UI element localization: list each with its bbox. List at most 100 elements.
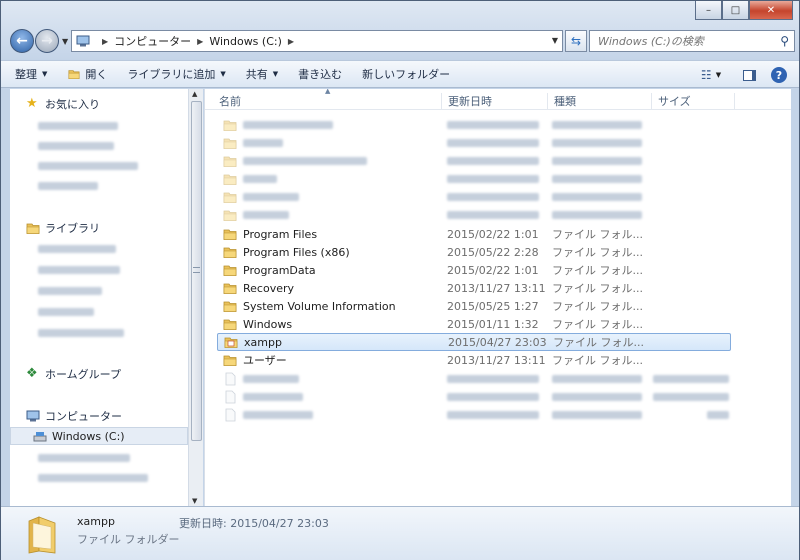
list-item-redacted[interactable]	[217, 116, 731, 134]
sidebar-item-redacted[interactable]	[10, 449, 188, 467]
file-name: xampp	[244, 335, 282, 349]
maximize-button[interactable]: □	[722, 1, 749, 20]
list-item-folder[interactable]: Program Files 2015/02/22 1:01 ファイル フォル..…	[217, 225, 731, 243]
explorer-window: – □ ✕ ← → ▼ ▶ コンピューター ▶ Windows (C:) ▶ ▼…	[0, 0, 800, 560]
sidebar-item-libraries[interactable]: ライブラリ	[10, 219, 188, 237]
list-item-redacted[interactable]	[217, 152, 731, 170]
redacted-text	[447, 375, 539, 383]
sidebar-item-redacted[interactable]	[10, 324, 188, 342]
list-item-redacted[interactable]	[217, 134, 731, 152]
sidebar-item-homegroup[interactable]: ❖ ホームグループ	[10, 365, 188, 383]
preview-pane-button[interactable]	[739, 65, 759, 85]
breadcrumb-drive[interactable]: Windows (C:)	[209, 35, 282, 48]
burn-button[interactable]: 書き込む	[298, 66, 342, 82]
search-box[interactable]: ⚲	[589, 30, 795, 52]
open-button[interactable]: 開く	[67, 66, 107, 82]
sidebar-item-redacted[interactable]	[10, 282, 188, 300]
column-header-modified[interactable]: 更新日時	[441, 93, 492, 109]
list-item-redacted[interactable]	[217, 170, 731, 188]
list-item-redacted[interactable]	[217, 388, 731, 406]
list-item-redacted[interactable]	[217, 188, 731, 206]
sidebar-item-redacted[interactable]	[10, 117, 188, 135]
address-bar[interactable]: ▶ コンピューター ▶ Windows (C:) ▶ ▼	[71, 30, 563, 52]
list-item-folder[interactable]: ProgramData 2015/02/22 1:01 ファイル フォル...	[217, 261, 731, 279]
caption-buttons: – □ ✕	[695, 1, 793, 20]
column-header-type[interactable]: 種類	[547, 93, 576, 109]
redacted-text	[38, 454, 130, 462]
folder-icon	[223, 172, 237, 186]
list-item-folder[interactable]: Program Files (x86) 2015/05/22 2:28 ファイル…	[217, 243, 731, 261]
sidebar-item-redacted[interactable]	[10, 157, 188, 175]
list-item-redacted[interactable]	[217, 406, 731, 424]
list-item-folder[interactable]: Windows 2015/01/11 1:32 ファイル フォル...	[217, 315, 731, 333]
breadcrumb-separator-icon[interactable]: ▶	[102, 37, 108, 46]
preview-pane-icon	[742, 69, 756, 81]
sidebar-item-redacted[interactable]	[10, 303, 188, 321]
folder-icon	[223, 353, 237, 367]
breadcrumb-separator-icon[interactable]: ▶	[288, 37, 294, 46]
sort-ascending-icon: ▲	[325, 89, 331, 95]
change-view-button[interactable]: ☷ ▼	[701, 65, 721, 85]
sidebar-item-redacted[interactable]	[10, 177, 188, 195]
include-in-library-button[interactable]: ライブラリに追加 ▼	[127, 66, 225, 82]
file-type: ファイル フォル...	[552, 228, 643, 241]
recent-pages-dropdown-icon[interactable]: ▼	[62, 37, 68, 46]
search-icon[interactable]: ⚲	[780, 34, 789, 48]
breadcrumb-computer[interactable]: コンピューター	[114, 33, 191, 49]
sidebar-item-redacted[interactable]	[10, 137, 188, 155]
sidebar-item-favorites[interactable]: ★ お気に入り	[10, 95, 188, 113]
sidebar-item-redacted[interactable]	[10, 240, 188, 258]
minimize-button[interactable]: –	[695, 1, 722, 20]
folder-icon	[223, 299, 237, 313]
chevron-down-icon: ▼	[220, 70, 226, 78]
file-type: ファイル フォル...	[552, 318, 643, 331]
close-button[interactable]: ✕	[749, 1, 793, 20]
scroll-up-icon[interactable]: ▲	[192, 90, 197, 98]
column-header-size[interactable]: サイズ	[651, 93, 735, 109]
organize-button[interactable]: 整理 ▼	[15, 66, 47, 82]
refresh-button[interactable]: ⇆	[565, 30, 587, 52]
redacted-text	[447, 157, 539, 165]
folder-icon	[223, 154, 237, 168]
folder-icon	[223, 263, 237, 277]
back-button[interactable]: ←	[10, 29, 34, 53]
column-headers: ▲ 名前 更新日時 種類 サイズ	[205, 89, 791, 110]
sidebar-item-computer[interactable]: コンピューター	[10, 407, 188, 425]
burn-label: 書き込む	[298, 68, 343, 81]
file-date: 2015/05/25 1:27	[447, 299, 539, 313]
navigation-scrollbar[interactable]: ▲ ▼	[188, 89, 203, 506]
sidebar-label: コンピューター	[45, 410, 122, 423]
sidebar-item-redacted[interactable]	[10, 261, 188, 279]
list-item-folder[interactable]: Recovery 2013/11/27 13:11 ファイル フォル...	[217, 279, 731, 297]
folder-icon	[223, 190, 237, 204]
scroll-down-icon[interactable]: ▼	[192, 497, 197, 505]
view-controls: ☷ ▼ ?	[691, 65, 789, 85]
new-folder-button[interactable]: 新しいフォルダー	[362, 66, 450, 82]
list-item-folder[interactable]: ユーザー 2013/11/27 13:11 ファイル フォル...	[217, 351, 731, 369]
file-date: 2015/04/27 23:03	[448, 335, 547, 349]
search-input[interactable]	[596, 33, 766, 49]
file-type: ファイル フォル...	[552, 264, 643, 277]
list-item-folder[interactable]: System Volume Information 2015/05/25 1:2…	[217, 297, 731, 315]
column-header-name[interactable]: 名前	[213, 93, 241, 109]
list-item-redacted[interactable]	[217, 206, 731, 224]
redacted-text	[243, 175, 277, 183]
sidebar-item-redacted[interactable]	[10, 469, 188, 487]
redacted-text	[552, 157, 642, 165]
sidebar-item-drive-c[interactable]: Windows (C:)	[10, 427, 188, 445]
share-button[interactable]: 共有 ▼	[246, 66, 278, 82]
address-dropdown-icon[interactable]: ▼	[552, 36, 558, 45]
list-item-redacted[interactable]	[217, 370, 731, 388]
forward-button[interactable]: →	[35, 29, 59, 53]
redacted-text	[552, 411, 642, 419]
details-modified: 更新日時: 2015/04/27 23:03	[179, 515, 329, 531]
breadcrumb-separator-icon[interactable]: ▶	[197, 37, 203, 46]
details-name: xampp	[77, 515, 115, 528]
folder-icon	[223, 208, 237, 222]
file-name: ProgramData	[243, 263, 316, 277]
refresh-icon: ⇆	[570, 34, 582, 48]
file-icon	[223, 390, 237, 404]
help-button[interactable]: ?	[769, 65, 789, 85]
list-item-folder-selected[interactable]: xampp 2015/04/27 23:03 ファイル フォル...	[217, 333, 731, 351]
redacted-text	[38, 245, 116, 253]
